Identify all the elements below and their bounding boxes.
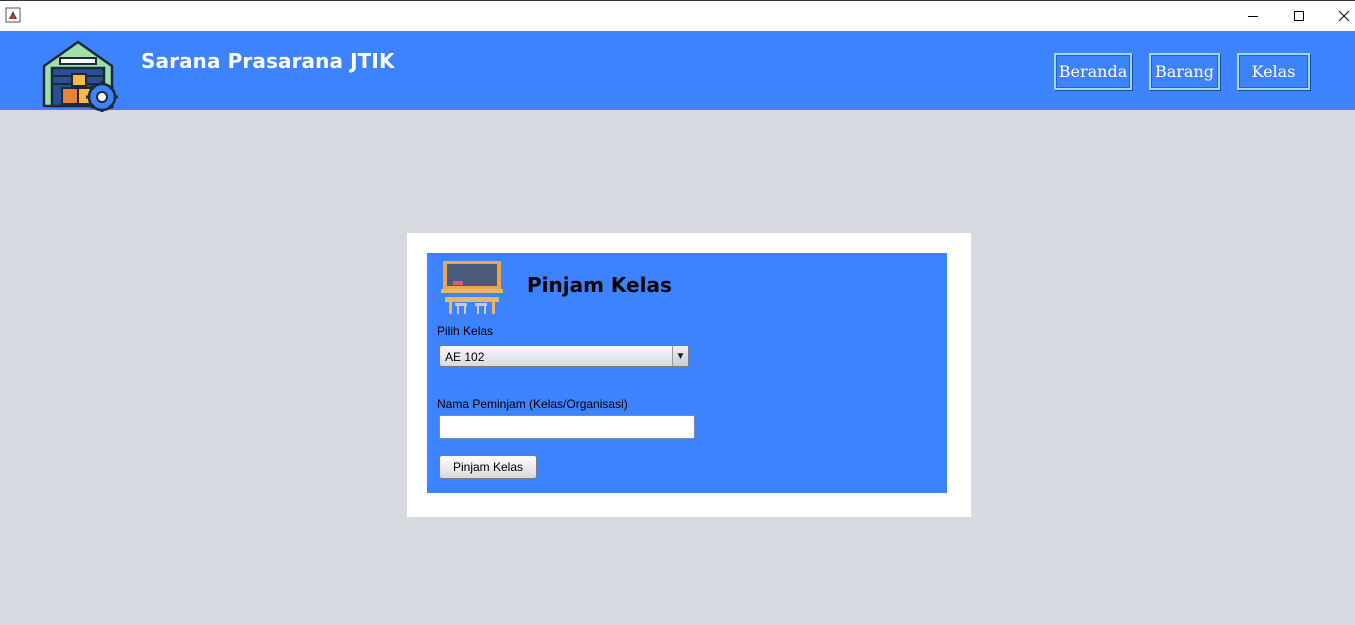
minimize-icon	[1248, 16, 1258, 17]
maximize-button[interactable]	[1276, 1, 1322, 31]
app-title: Sarana Prasarana JTIK	[141, 49, 395, 73]
borrow-card: Pinjam Kelas Pilih Kelas AE 102 ▼ Nama P…	[407, 233, 971, 517]
form-title: Pinjam Kelas	[527, 273, 672, 297]
class-select-value: AE 102	[445, 350, 485, 364]
maximize-icon	[1294, 11, 1304, 21]
borrow-form-panel: Pinjam Kelas Pilih Kelas AE 102 ▼ Nama P…	[427, 253, 947, 493]
borrow-class-button[interactable]: Pinjam Kelas	[439, 455, 537, 479]
nav-barang-button[interactable]: Barang	[1149, 53, 1220, 90]
chevron-down-icon[interactable]: ▼	[672, 346, 688, 366]
borrower-name-label: Nama Peminjam (Kelas/Organisasi)	[437, 397, 628, 411]
class-select-label: Pilih Kelas	[437, 324, 494, 338]
app-header: Sarana Prasarana JTIK Beranda Barang Kel…	[0, 31, 1355, 112]
borrower-name-input[interactable]	[439, 415, 695, 439]
warehouse-gear-icon	[42, 40, 118, 112]
classroom-icon	[441, 261, 503, 314]
nav-kelas-button[interactable]: Kelas	[1237, 53, 1310, 90]
close-icon	[1338, 10, 1350, 22]
close-button[interactable]	[1321, 1, 1355, 31]
nav-beranda-button[interactable]: Beranda	[1054, 53, 1132, 90]
class-select[interactable]: AE 102 ▼	[439, 345, 689, 367]
window-titlebar	[0, 0, 1355, 31]
minimize-button[interactable]	[1230, 1, 1276, 31]
java-app-icon	[5, 7, 21, 23]
